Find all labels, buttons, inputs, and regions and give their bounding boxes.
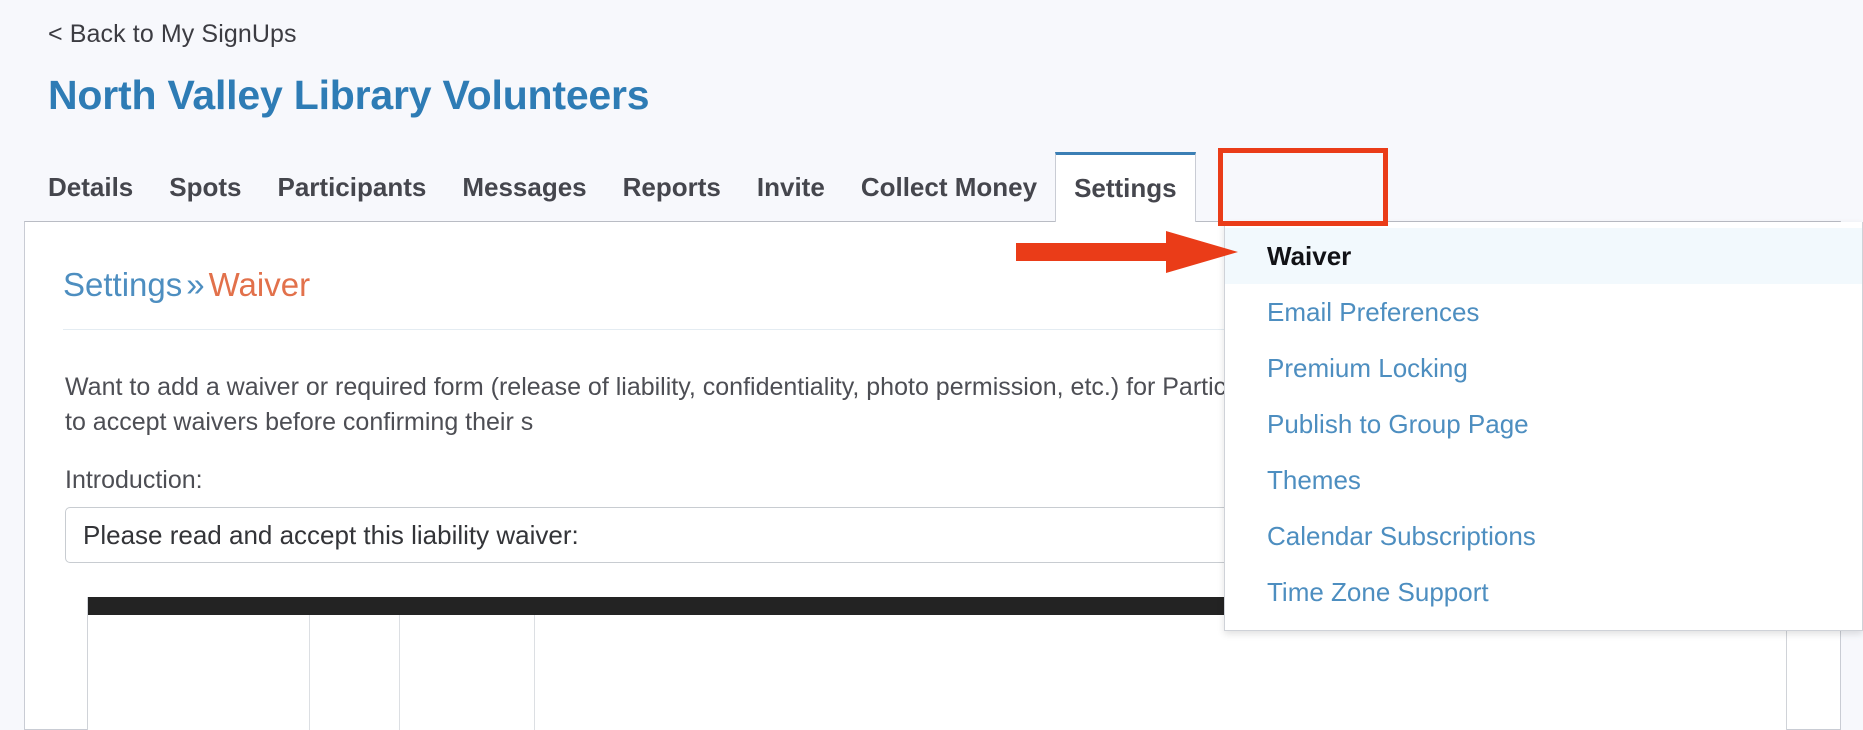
tab-messages[interactable]: Messages [444, 152, 604, 222]
editor-cell-3[interactable] [400, 615, 535, 730]
tab-reports[interactable]: Reports [605, 152, 739, 222]
menu-item-email-preferences[interactable]: Email Preferences [1225, 284, 1862, 340]
tab-spots[interactable]: Spots [151, 152, 259, 222]
tab-participants[interactable]: Participants [260, 152, 445, 222]
main-tab-bar: Details Spots Participants Messages Repo… [0, 152, 1863, 222]
tab-collect-money[interactable]: Collect Money [843, 152, 1055, 222]
editor-cell-2[interactable] [310, 615, 400, 730]
editor-cell-1[interactable] [88, 615, 310, 730]
menu-item-publish-to-group-page[interactable]: Publish to Group Page [1225, 396, 1862, 452]
page-title: North Valley Library Volunteers [48, 72, 650, 118]
tab-settings[interactable]: Settings [1055, 152, 1196, 222]
menu-item-time-zone-support[interactable]: Time Zone Support [1225, 564, 1862, 620]
breadcrumb-separator: » [186, 266, 205, 303]
menu-item-themes[interactable]: Themes [1225, 452, 1862, 508]
editor-cell-4[interactable] [535, 615, 1786, 730]
editor-toolbar-cells [88, 615, 1786, 730]
menu-item-calendar-subscriptions[interactable]: Calendar Subscriptions [1225, 508, 1862, 564]
back-to-my-signups-link[interactable]: < Back to My SignUps [48, 20, 297, 49]
breadcrumb-current: Waiver [208, 266, 311, 303]
breadcrumb: Settings» Waiver [63, 266, 310, 304]
page-root: < Back to My SignUps North Valley Librar… [0, 0, 1863, 730]
breadcrumb-settings[interactable]: Settings [63, 266, 182, 303]
settings-dropdown-menu: Waiver Email Preferences Premium Locking… [1224, 222, 1863, 631]
menu-item-premium-locking[interactable]: Premium Locking [1225, 340, 1862, 396]
introduction-label: Introduction: [65, 466, 203, 494]
tab-details[interactable]: Details [30, 152, 151, 222]
tab-invite[interactable]: Invite [739, 152, 843, 222]
menu-item-waiver[interactable]: Waiver [1225, 228, 1862, 284]
